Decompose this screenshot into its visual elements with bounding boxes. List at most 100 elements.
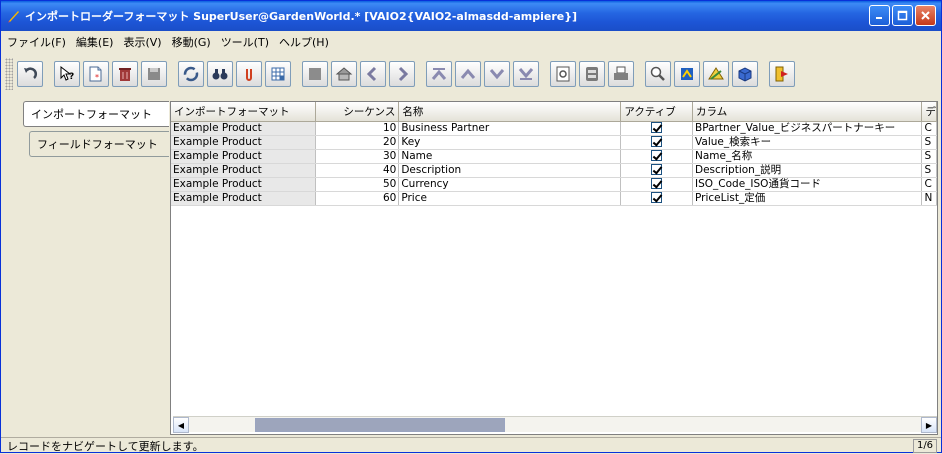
active-checkbox[interactable]: [651, 192, 663, 203]
cell-extra[interactable]: C: [921, 121, 937, 136]
attachment-icon: [246, 69, 252, 81]
table-row[interactable]: Example Product 50 Currency ISO_Code_ISO通貨コ…: [171, 177, 937, 192]
cell-name[interactable]: Price: [398, 191, 622, 206]
table-row[interactable]: Example Product 20 Key Value_検索キー S: [171, 135, 937, 150]
tab-field-format[interactable]: フィールドフォーマット: [29, 131, 169, 157]
tab-import-format[interactable]: インポートフォーマット: [23, 101, 169, 127]
menu-edit[interactable]: 編集(E): [76, 34, 114, 50]
record-count[interactable]: 1/6: [913, 439, 937, 453]
cell-import-format[interactable]: Example Product: [171, 177, 316, 192]
table-row[interactable]: Example Product 40 Description Description_…: [171, 163, 937, 178]
menu-view[interactable]: 表示(V): [123, 34, 161, 50]
undo-icon: [24, 67, 38, 79]
cell-sequence[interactable]: 50: [315, 177, 400, 192]
zoom-button[interactable]: [645, 61, 671, 87]
cell-import-format[interactable]: Example Product: [171, 135, 316, 150]
delete-button[interactable]: [112, 61, 138, 87]
attachment-button[interactable]: [236, 61, 262, 87]
refresh-button[interactable]: [178, 61, 204, 87]
workflow-button[interactable]: [674, 61, 700, 87]
active-checkbox[interactable]: [651, 178, 663, 189]
cell-active[interactable]: [620, 177, 694, 192]
column-header-column[interactable]: カラム: [692, 102, 923, 122]
cell-name[interactable]: Description: [398, 163, 622, 178]
request-button[interactable]: [703, 61, 729, 87]
cell-column[interactable]: Value_検索キー: [692, 135, 923, 150]
last-record-button[interactable]: [513, 61, 539, 87]
grid-toggle-button[interactable]: [265, 61, 291, 87]
horizontal-scrollbar[interactable]: ◀ ▶: [173, 416, 937, 433]
cell-import-format[interactable]: Example Product: [171, 149, 316, 164]
product-button[interactable]: [732, 61, 758, 87]
previous-record-button[interactable]: [455, 61, 481, 87]
cell-sequence[interactable]: 30: [315, 149, 400, 164]
cell-column[interactable]: PriceList_定価: [692, 191, 923, 206]
cell-active[interactable]: [620, 149, 694, 164]
menu-tools[interactable]: ツール(T): [221, 34, 269, 50]
cell-column[interactable]: BPartner_Value_ビジネスパートナーキー: [692, 121, 923, 136]
scroll-left-button[interactable]: ◀: [173, 417, 189, 433]
exit-button[interactable]: [769, 61, 795, 87]
cell-extra[interactable]: N: [921, 191, 937, 206]
cell-name[interactable]: Currency: [398, 177, 622, 192]
cell-extra[interactable]: S: [921, 163, 937, 178]
cell-active[interactable]: [620, 135, 694, 150]
column-header-extra[interactable]: デ: [921, 102, 937, 122]
table-row[interactable]: Example Product 30 Name Name_名称 S: [171, 149, 937, 164]
first-record-button[interactable]: [426, 61, 452, 87]
menu-help[interactable]: ヘルプ(H): [279, 34, 329, 50]
active-checkbox[interactable]: [651, 150, 663, 161]
column-header-name[interactable]: 名称: [398, 102, 622, 122]
save-button[interactable]: [141, 61, 167, 87]
scroll-thumb[interactable]: [255, 418, 505, 432]
cell-active[interactable]: [620, 121, 694, 136]
cell-sequence[interactable]: 10: [315, 121, 400, 136]
archive-button[interactable]: [579, 61, 605, 87]
cell-sequence[interactable]: 20: [315, 135, 400, 150]
column-header-sequence[interactable]: シーケンス: [315, 102, 400, 122]
new-record-button[interactable]: *: [83, 61, 109, 87]
title-bar[interactable]: インポートローダーフォーマット SuperUser@GardenWorld.* …: [1, 1, 941, 31]
active-checkbox[interactable]: [651, 136, 663, 147]
workflow-icon: [681, 68, 693, 80]
history-button[interactable]: [302, 61, 328, 87]
menu-go[interactable]: 移動(G): [172, 34, 211, 50]
help-button[interactable]: ?: [54, 61, 80, 87]
cell-import-format[interactable]: Example Product: [171, 163, 316, 178]
cell-sequence[interactable]: 60: [315, 191, 400, 206]
cell-name[interactable]: Key: [398, 135, 622, 150]
cell-name[interactable]: Name: [398, 149, 622, 164]
cell-column[interactable]: Name_名称: [692, 149, 923, 164]
table-row[interactable]: Example Product 60 Price PriceList_定価 N: [171, 191, 937, 206]
minimize-button[interactable]: [869, 5, 890, 26]
cell-extra[interactable]: S: [921, 135, 937, 150]
cell-sequence[interactable]: 40: [315, 163, 400, 178]
find-button[interactable]: [207, 61, 233, 87]
table-row[interactable]: Example Product 10 Business Partner BPartne…: [171, 121, 937, 136]
previous-button[interactable]: [360, 61, 386, 87]
menu-file[interactable]: ファイル(F): [7, 34, 66, 50]
next-record-button[interactable]: [484, 61, 510, 87]
active-checkbox[interactable]: [651, 122, 663, 133]
home-button[interactable]: [331, 61, 357, 87]
column-header-active[interactable]: アクティブ: [620, 102, 694, 122]
toolbar-grip[interactable]: [5, 58, 13, 90]
report-button[interactable]: [550, 61, 576, 87]
cell-extra[interactable]: C: [921, 177, 937, 192]
cell-active[interactable]: [620, 191, 694, 206]
print-button[interactable]: [608, 61, 634, 87]
scroll-right-button[interactable]: ▶: [921, 417, 937, 433]
cell-column[interactable]: Description_説明: [692, 163, 923, 178]
cell-column[interactable]: ISO_Code_ISO通貨コード: [692, 177, 923, 192]
cell-active[interactable]: [620, 163, 694, 178]
cell-import-format[interactable]: Example Product: [171, 121, 316, 136]
maximize-button[interactable]: [892, 5, 913, 26]
cell-extra[interactable]: S: [921, 149, 937, 164]
close-button[interactable]: [915, 5, 936, 26]
undo-button[interactable]: [17, 61, 43, 87]
cell-name[interactable]: Business Partner: [398, 121, 622, 136]
next-button[interactable]: [389, 61, 415, 87]
column-header-import-format[interactable]: インポートフォーマット: [171, 102, 316, 122]
cell-import-format[interactable]: Example Product: [171, 191, 316, 206]
active-checkbox[interactable]: [651, 164, 663, 175]
